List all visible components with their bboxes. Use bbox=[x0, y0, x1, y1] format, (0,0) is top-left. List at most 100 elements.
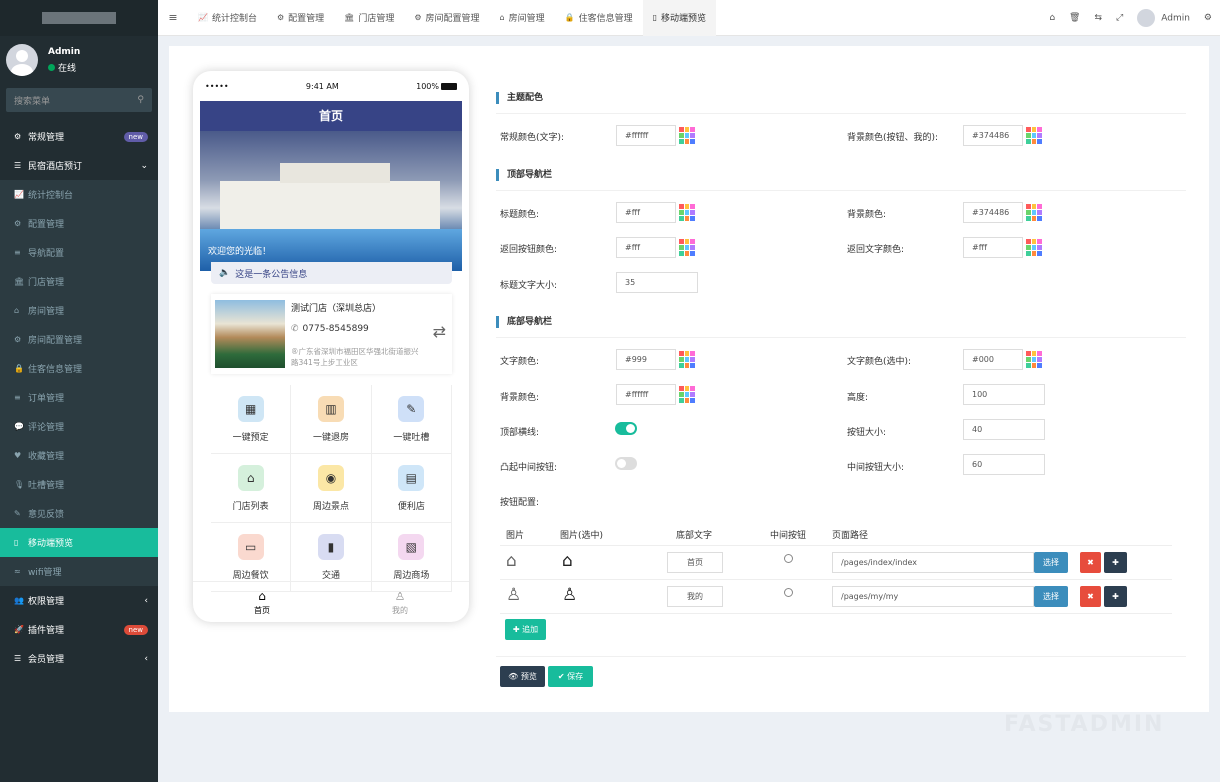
sidebar-item-label: 会员管理 bbox=[28, 655, 65, 665]
bg-color-input[interactable]: #374486 bbox=[963, 125, 1023, 146]
add-row-button[interactable]: ✚ 追加 bbox=[505, 619, 546, 640]
color-picker-icon[interactable] bbox=[677, 202, 697, 223]
grid-item[interactable]: ▮ 交通 bbox=[291, 523, 372, 592]
back-btn-color-input[interactable]: #fff bbox=[616, 237, 676, 258]
color-picker-icon[interactable] bbox=[677, 125, 697, 146]
sidebar-item[interactable]: 🏛 门店管理 bbox=[0, 267, 158, 296]
translate-icon[interactable]: ⇆ bbox=[1094, 13, 1102, 23]
sidebar-item[interactable]: 💬 评论管理 bbox=[0, 412, 158, 441]
delete-row-button[interactable]: ✖ bbox=[1080, 552, 1101, 573]
sidebar-item[interactable]: 🚀 插件管理 new bbox=[0, 615, 158, 644]
text-color-input[interactable]: #ffffff bbox=[616, 125, 676, 146]
tab-text-sel-input[interactable]: #000 bbox=[963, 349, 1023, 370]
nav-tab[interactable]: ▯ 移动端预览 bbox=[642, 0, 717, 36]
menu-toggle-icon[interactable]: ≡ bbox=[158, 11, 188, 24]
sidebar-item[interactable]: ⚙ 常规管理 new bbox=[0, 122, 158, 151]
topbar-bg-input[interactable]: #374486 bbox=[963, 202, 1023, 223]
sidebar-item[interactable]: ⚙ 房间配置管理 bbox=[0, 325, 158, 354]
grid-item[interactable]: ▭ 周边餐饮 bbox=[211, 523, 292, 592]
sidebar-item[interactable]: ≡ 订单管理 bbox=[0, 383, 158, 412]
tab-text-input[interactable]: 首页 bbox=[667, 552, 723, 573]
search-input[interactable]: 搜索菜单 ⚲ bbox=[6, 88, 152, 112]
title-color-input[interactable]: #fff bbox=[616, 202, 676, 223]
color-picker-icon[interactable] bbox=[1024, 125, 1044, 146]
user-icon[interactable]: ♙ bbox=[562, 585, 577, 605]
notice-bar[interactable]: 🔈 这是一条公告信息 bbox=[211, 262, 452, 284]
color-picker-icon[interactable] bbox=[1024, 202, 1044, 223]
user-menu[interactable]: Admin bbox=[1137, 9, 1190, 27]
page-path-input[interactable]: /pages/index/index bbox=[832, 552, 1034, 573]
settings-icon[interactable]: ⚙ bbox=[1204, 13, 1212, 23]
bars-icon: ≡ bbox=[14, 248, 21, 257]
grid-item[interactable]: ▤ 便利店 bbox=[371, 454, 452, 523]
color-picker-icon[interactable] bbox=[677, 349, 697, 370]
raised-button-toggle[interactable] bbox=[615, 457, 637, 470]
sidebar-item[interactable]: ≈ wifi管理 bbox=[0, 557, 158, 586]
grid-item[interactable]: ✎ 一键吐槽 bbox=[371, 385, 452, 454]
tab-text-input[interactable]: 我的 bbox=[667, 586, 723, 607]
sidebar-item[interactable]: 📈 统计控制台 bbox=[0, 180, 158, 209]
delete-row-button[interactable]: ✖ bbox=[1080, 586, 1101, 607]
user-icon[interactable]: ♙ bbox=[506, 585, 521, 605]
grid-item[interactable]: ▧ 周边商场 bbox=[371, 523, 452, 592]
tab-height-input[interactable]: 100 bbox=[963, 384, 1045, 405]
nav-tab[interactable]: 🏛 门店管理 bbox=[334, 0, 404, 36]
color-picker-icon[interactable] bbox=[677, 237, 697, 258]
drag-row-button[interactable]: ✚ bbox=[1104, 552, 1127, 573]
mall-icon: ▧ bbox=[398, 533, 425, 560]
home-icon[interactable]: ⌂ bbox=[562, 551, 573, 571]
color-picker-icon[interactable] bbox=[677, 384, 697, 405]
table-header: 图片(选中) bbox=[560, 531, 604, 541]
back-text-color-input[interactable]: #fff bbox=[963, 237, 1023, 258]
middle-button-radio[interactable] bbox=[784, 588, 793, 597]
switch-store-icon[interactable]: ⇄ bbox=[433, 322, 446, 341]
sidebar-item[interactable]: ≡ 导航配置 bbox=[0, 238, 158, 267]
grid-item[interactable]: ▥ 一键退房 bbox=[291, 385, 372, 454]
nav-tab[interactable]: 🔒 住客信息管理 bbox=[555, 0, 643, 36]
fullscreen-icon[interactable]: ⤢ bbox=[1116, 13, 1123, 23]
grid-item[interactable]: ⌂ 门店列表 bbox=[211, 454, 292, 523]
trash-icon[interactable]: 🗑 bbox=[1069, 13, 1080, 23]
color-picker-icon[interactable] bbox=[1024, 237, 1044, 258]
middle-button-radio[interactable] bbox=[784, 554, 793, 563]
tab-text-color-input[interactable]: #999 bbox=[616, 349, 676, 370]
preview-button[interactable]: 👁 预览 bbox=[500, 666, 545, 687]
sidebar-item[interactable]: ♥ 收藏管理 bbox=[0, 441, 158, 470]
home-icon[interactable]: ⌂ bbox=[506, 551, 517, 571]
grid-item[interactable]: ◉ 周边景点 bbox=[291, 454, 372, 523]
nav-tab[interactable]: ⚙ 房间配置管理 bbox=[404, 0, 489, 36]
nav-tab[interactable]: ⚙ 配置管理 bbox=[267, 0, 334, 36]
top-line-toggle[interactable] bbox=[615, 422, 637, 435]
sidebar-item[interactable]: ⌂ 房间管理 bbox=[0, 296, 158, 325]
store-card[interactable]: 测试门店（深圳总店） ✆ 0775-8545899 ®广东省深圳市福田区华强北街道… bbox=[211, 294, 452, 374]
phone-time: 9:41 AM bbox=[305, 81, 339, 91]
store-phone[interactable]: ✆ 0775-8545899 bbox=[291, 324, 369, 334]
sidebar-item[interactable]: ☰ 民宿酒店预订 ⌄ bbox=[0, 151, 158, 180]
nav-tab[interactable]: 📈 统计控制台 bbox=[188, 0, 267, 36]
select-path-button[interactable]: 选择 bbox=[1034, 586, 1068, 607]
mid-size-input[interactable]: 60 bbox=[963, 454, 1045, 475]
sidebar-item[interactable]: ▯ 移动端预览 bbox=[0, 528, 158, 557]
page-path-input[interactable]: /pages/my/my bbox=[832, 586, 1034, 607]
select-path-button[interactable]: 选择 bbox=[1034, 552, 1068, 573]
color-picker-icon[interactable] bbox=[1024, 349, 1044, 370]
logo[interactable] bbox=[0, 0, 158, 36]
sidebar-item[interactable]: ⚙ 配置管理 bbox=[0, 209, 158, 238]
nav-tab[interactable]: ⌂ 房间管理 bbox=[490, 0, 555, 36]
sidebar-item[interactable]: ☰ 会员管理 ‹ bbox=[0, 644, 158, 673]
phone-status-bar: ••••• 9:41 AM 100% bbox=[193, 71, 469, 101]
drag-row-button[interactable]: ✚ bbox=[1104, 586, 1127, 607]
tab-bg-input[interactable]: #ffffff bbox=[616, 384, 676, 405]
banner-image[interactable]: 欢迎您的光临！ bbox=[200, 131, 462, 271]
title-size-input[interactable]: 35 bbox=[616, 272, 698, 293]
btn-size-input[interactable]: 40 bbox=[963, 419, 1045, 440]
home-icon[interactable]: ⌂ bbox=[1049, 13, 1055, 23]
sidebar-item[interactable]: 🎙 吐槽管理 bbox=[0, 470, 158, 499]
grid-item[interactable]: ▦ 一键预定 bbox=[211, 385, 292, 454]
save-button[interactable]: ✔ 保存 bbox=[548, 666, 593, 687]
sidebar-item[interactable]: ✎ 意见反馈 bbox=[0, 499, 158, 528]
sidebar-item[interactable]: 👥 权限管理 ‹ bbox=[0, 586, 158, 615]
field-label: 按钮配置: bbox=[500, 498, 540, 508]
store-image bbox=[215, 300, 285, 368]
sidebar-item[interactable]: 🔒 住客信息管理 bbox=[0, 354, 158, 383]
